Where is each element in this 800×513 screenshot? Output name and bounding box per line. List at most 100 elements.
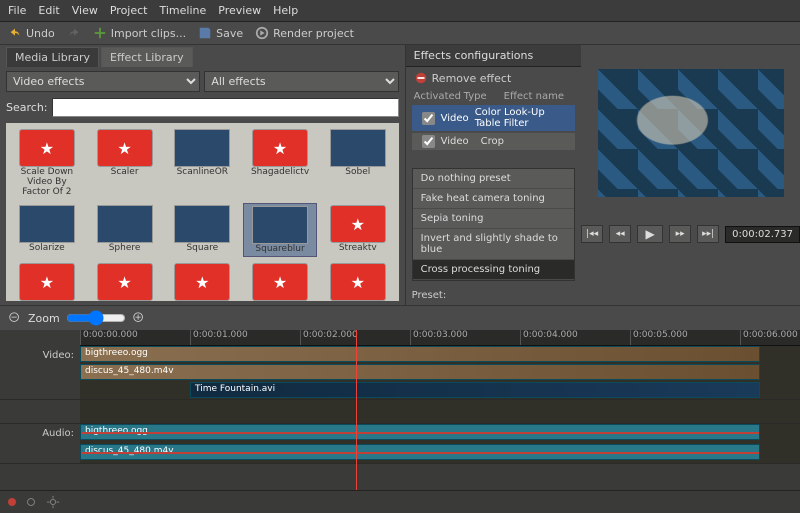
- preview-viewport[interactable]: [598, 69, 784, 197]
- goto-end-button[interactable]: ▸▸|: [697, 225, 719, 243]
- tab-media-library[interactable]: Media Library: [6, 47, 99, 67]
- menu-view[interactable]: View: [72, 4, 98, 17]
- col-type: Type: [464, 91, 498, 102]
- audio-track-label: Audio:: [0, 424, 80, 463]
- video-clip[interactable]: bigthreeo.ogg: [80, 346, 760, 362]
- effect-thumb[interactable]: ThresholdOR: [243, 261, 317, 301]
- shirt-icon: [19, 263, 75, 301]
- effect-thumb[interactable]: ScanlineOR: [165, 127, 239, 199]
- effect-preview-icon: [97, 205, 153, 243]
- timeline[interactable]: 0:00:00.0000:00:01.0000:00:02.0000:00:03…: [0, 330, 800, 490]
- effect-thumb[interactable]: Scaler: [88, 127, 162, 199]
- render-button[interactable]: Render project: [255, 26, 354, 40]
- preset-option[interactable]: Fake heat camera toning: [413, 189, 575, 209]
- effect-library-panel: Media Library Effect Library Video effec…: [0, 45, 406, 305]
- effect-preview-icon: [174, 129, 230, 167]
- zoom-row: Zoom: [0, 305, 800, 330]
- effect-thumb-label: Square: [186, 243, 218, 253]
- effect-preview-icon: [252, 206, 308, 244]
- effect-thumb[interactable]: Squareblur: [243, 203, 317, 257]
- effects-config-panel: Effects configurations Remove effect Act…: [406, 45, 582, 305]
- shirt-icon: [97, 129, 153, 167]
- effect-thumb-label: Streaktv: [339, 243, 377, 253]
- search-input[interactable]: [52, 98, 399, 117]
- filter-scope-select[interactable]: All effects: [204, 71, 398, 92]
- effect-thumb[interactable]: Streaktv: [321, 203, 395, 257]
- save-button[interactable]: Save: [198, 26, 243, 40]
- audio-clip[interactable]: discus_45_480.m4v: [80, 444, 760, 460]
- shirt-icon: [330, 205, 386, 243]
- preset-option[interactable]: Do nothing preset: [413, 169, 575, 189]
- remove-effect-button[interactable]: Remove effect: [406, 67, 582, 89]
- redo-icon: [67, 26, 81, 40]
- effect-thumb[interactable]: ThresholdOR: [165, 261, 239, 301]
- shirt-icon: [252, 129, 308, 167]
- effect-thumb[interactable]: Shagadelictv: [243, 127, 317, 199]
- preset-option[interactable]: Invert and slightly shade to blue: [413, 229, 575, 260]
- statusbar: [0, 490, 800, 513]
- link-icon[interactable]: [24, 495, 38, 509]
- preset-option[interactable]: Cross processing toning: [413, 260, 575, 280]
- zoom-in-icon[interactable]: [132, 311, 146, 325]
- import-button[interactable]: Import clips...: [93, 26, 186, 40]
- menu-preview[interactable]: Preview: [218, 4, 261, 17]
- tab-effect-library[interactable]: Effect Library: [101, 47, 193, 67]
- effect-thumb-label: ScanlineOR: [177, 167, 228, 177]
- undo-button[interactable]: Undo: [8, 26, 55, 40]
- audio-track-1[interactable]: bigthreeo.ogg discus_45_480.m4v: [80, 424, 800, 463]
- effect-activated-checkbox[interactable]: [422, 112, 435, 125]
- ruler-tick: 0:00:05.000: [630, 330, 740, 345]
- effect-grid[interactable]: Scale Down Video By Factor Of 2 Scaler Sca…: [6, 123, 399, 301]
- menu-file[interactable]: File: [8, 4, 26, 17]
- preset-option[interactable]: Sepia toning: [413, 209, 575, 229]
- goto-start-button[interactable]: |◂◂: [581, 225, 603, 243]
- playhead[interactable]: [356, 330, 357, 490]
- video-clip[interactable]: discus_45_480.m4v: [80, 364, 760, 380]
- effect-thumb[interactable]: TehroxxOR: [88, 261, 162, 301]
- menubar: File Edit View Project Timeline Preview …: [0, 0, 800, 22]
- audio-clip[interactable]: bigthreeo.ogg: [80, 424, 760, 440]
- effect-activated-checkbox[interactable]: [422, 135, 435, 148]
- effect-thumb[interactable]: Square: [165, 203, 239, 257]
- col-activated: Activated: [414, 91, 458, 102]
- video-track-1[interactable]: bigthreeo.ogg discus_45_480.m4v Time Fou…: [80, 346, 800, 399]
- menu-help[interactable]: Help: [273, 4, 298, 17]
- step-back-button[interactable]: ◂◂: [609, 225, 631, 243]
- effect-name: Color Look-Up Table Filter: [475, 107, 565, 129]
- preset-dropdown[interactable]: Do nothing presetFake heat camera toning…: [412, 168, 576, 281]
- save-label: Save: [216, 27, 243, 40]
- filter-category-select[interactable]: Video effects: [6, 71, 200, 92]
- play-button[interactable]: ▶: [637, 225, 663, 243]
- ruler-tick: 0:00:04.000: [520, 330, 630, 345]
- zoom-slider[interactable]: [66, 310, 126, 326]
- effect-thumb-label: Sobel: [345, 167, 370, 177]
- gear-icon[interactable]: [46, 495, 60, 509]
- menu-edit[interactable]: Edit: [38, 4, 59, 17]
- effect-thumb[interactable]: Stretch: [10, 261, 84, 301]
- effect-row[interactable]: Video Crop: [412, 133, 576, 150]
- redo-button[interactable]: [67, 26, 81, 40]
- menu-project[interactable]: Project: [110, 4, 148, 17]
- shirt-icon: [97, 263, 153, 301]
- zoom-out-icon[interactable]: [8, 311, 22, 325]
- effect-thumb[interactable]: Scale Down Video By Factor Of 2: [10, 127, 84, 199]
- timecode[interactable]: 0:00:02.737: [725, 226, 800, 243]
- effect-thumb-label: Scale Down Video By Factor Of 2: [12, 167, 82, 197]
- toolbar: Undo Import clips... Save Render project: [0, 22, 800, 45]
- effect-thumb[interactable]: Solarize: [10, 203, 84, 257]
- search-label: Search:: [6, 101, 48, 114]
- effect-thumb[interactable]: Sobel: [321, 127, 395, 199]
- preset-label: Preset:: [412, 290, 447, 301]
- effect-thumb-label: Sphere: [109, 243, 141, 253]
- ruler-tick: 0:00:00.000: [80, 330, 190, 345]
- effect-row[interactable]: Video Color Look-Up Table Filter: [412, 105, 576, 131]
- effect-preview-icon: [19, 205, 75, 243]
- step-forward-button[interactable]: ▸▸: [669, 225, 691, 243]
- menu-timeline[interactable]: Timeline: [159, 4, 206, 17]
- video-clip[interactable]: Time Fountain.avi: [190, 382, 760, 398]
- effect-thumb-label: Scaler: [111, 167, 139, 177]
- time-ruler[interactable]: 0:00:00.0000:00:01.0000:00:02.0000:00:03…: [80, 330, 800, 346]
- effect-thumb[interactable]: TintOR: [321, 261, 395, 301]
- effect-thumb[interactable]: Sphere: [88, 203, 162, 257]
- effect-type: Video: [441, 113, 469, 124]
